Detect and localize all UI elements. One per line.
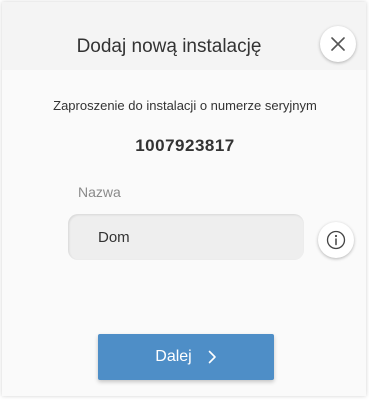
next-button-label: Dalej xyxy=(155,348,192,365)
chevron-right-icon xyxy=(208,350,217,364)
close-icon xyxy=(331,37,345,51)
next-button[interactable]: Dalej xyxy=(98,334,274,380)
dialog-header: Dodaj nową instalację xyxy=(2,2,366,70)
dialog-title: Dodaj nową instalację xyxy=(76,36,262,57)
info-button[interactable] xyxy=(318,222,354,258)
add-installation-dialog: Dodaj nową instalację Zaproszenie do ins… xyxy=(2,2,366,396)
name-input[interactable] xyxy=(68,214,304,260)
info-icon xyxy=(326,230,346,250)
invitation-text: Zaproszenie do instalacji o numerze sery… xyxy=(53,98,317,113)
serial-number: 1007923817 xyxy=(135,136,235,155)
name-label: Nazwa xyxy=(78,184,121,200)
close-button[interactable] xyxy=(320,26,356,62)
